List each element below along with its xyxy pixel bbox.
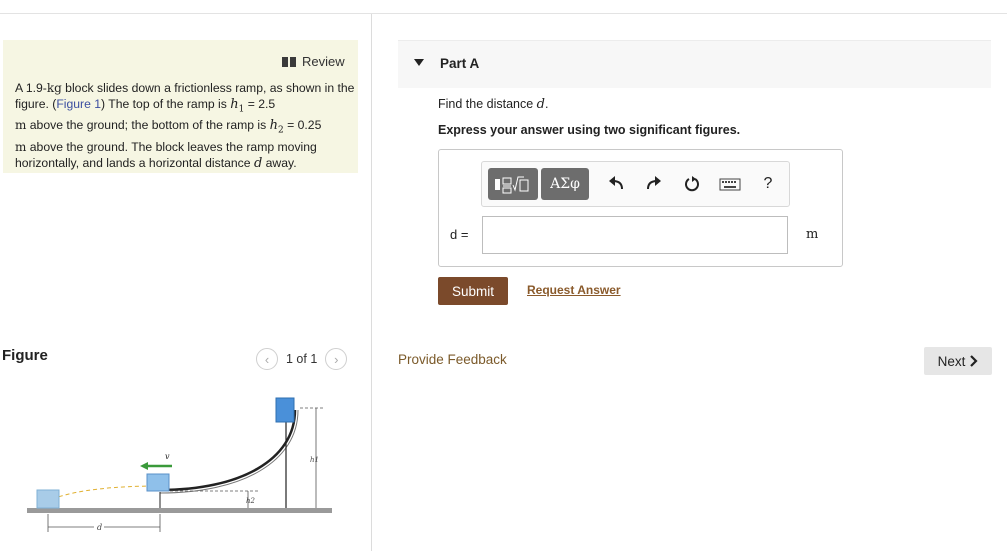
- review-label: Review: [302, 54, 345, 69]
- mass-unit: kg: [46, 81, 62, 95]
- next-button[interactable]: Next: [924, 347, 992, 375]
- figure-heading: Figure: [2, 347, 48, 364]
- h2-symbol: h: [269, 118, 278, 134]
- request-answer-link[interactable]: Request Answer: [527, 283, 621, 297]
- question-prefix: Find the distance: [438, 97, 537, 111]
- trajectory-path: [54, 485, 161, 499]
- keyboard-icon[interactable]: [718, 172, 742, 196]
- question-text: Find the distance d.: [438, 97, 548, 112]
- problem-text-5: away.: [262, 155, 297, 170]
- pager-text: 1 of 1: [286, 352, 318, 366]
- figure-pager: ‹ 1 of 1 ›: [256, 348, 348, 370]
- h1-value: = 2.5: [244, 97, 276, 111]
- answer-input[interactable]: [482, 216, 788, 254]
- undo-icon[interactable]: [604, 172, 628, 196]
- unit-m-2: m: [15, 139, 27, 154]
- chevron-right-icon: [970, 355, 978, 367]
- h2-label: h2: [246, 497, 256, 505]
- answer-instruction: Express your answer using two significan…: [438, 123, 741, 137]
- velocity-label: v: [165, 452, 170, 461]
- ramp-top-block: [275, 397, 295, 423]
- book-icon: [282, 56, 296, 67]
- question-suffix: .: [545, 97, 549, 111]
- landed-block: [36, 489, 60, 509]
- h1-symbol: h: [230, 97, 239, 112]
- d-label: d: [97, 523, 102, 532]
- ground: [27, 508, 332, 513]
- answer-unit: m: [806, 227, 819, 242]
- templates-button[interactable]: [488, 168, 538, 200]
- part-a-header[interactable]: [398, 40, 991, 88]
- ramp-curve: [159, 409, 297, 492]
- unit-m-1: m: [15, 118, 27, 133]
- panel-divider: [371, 14, 372, 551]
- top-rule: [0, 13, 1007, 14]
- chevron-right-icon[interactable]: ›: [325, 348, 348, 370]
- provide-feedback-link[interactable]: Provide Feedback: [398, 352, 507, 367]
- problem-text-intro: A 1.9-: [15, 81, 47, 95]
- templates-icon: [495, 176, 529, 194]
- redo-icon[interactable]: [642, 172, 666, 196]
- velocity-arrowhead: [140, 462, 148, 470]
- h2-value: = 0.25: [283, 118, 322, 133]
- review-link[interactable]: Review: [282, 54, 345, 69]
- problem-text-2: ) The top of the ramp is: [101, 97, 231, 111]
- figure-link[interactable]: Figure 1: [56, 97, 101, 111]
- next-label: Next: [937, 353, 966, 369]
- help-button[interactable]: ?: [756, 172, 780, 196]
- answer-label: d =: [450, 227, 469, 242]
- problem-text-3: above the ground; the bottom of the ramp…: [26, 118, 270, 133]
- h1-label: h1: [310, 456, 319, 464]
- chevron-left-icon[interactable]: ‹: [256, 348, 278, 370]
- question-symbol: d: [536, 97, 545, 112]
- submit-button[interactable]: Submit: [438, 277, 508, 305]
- problem-text: A 1.9-kg block slides down a frictionles…: [15, 80, 355, 172]
- reset-icon[interactable]: [680, 172, 704, 196]
- greek-symbols-button[interactable]: ΑΣφ: [541, 168, 589, 200]
- ramp-figure: v h1 h2 d: [27, 397, 332, 532]
- collapse-caret-icon[interactable]: [414, 59, 424, 66]
- part-title: Part A: [440, 56, 480, 71]
- ramp-bottom-block: [146, 473, 170, 492]
